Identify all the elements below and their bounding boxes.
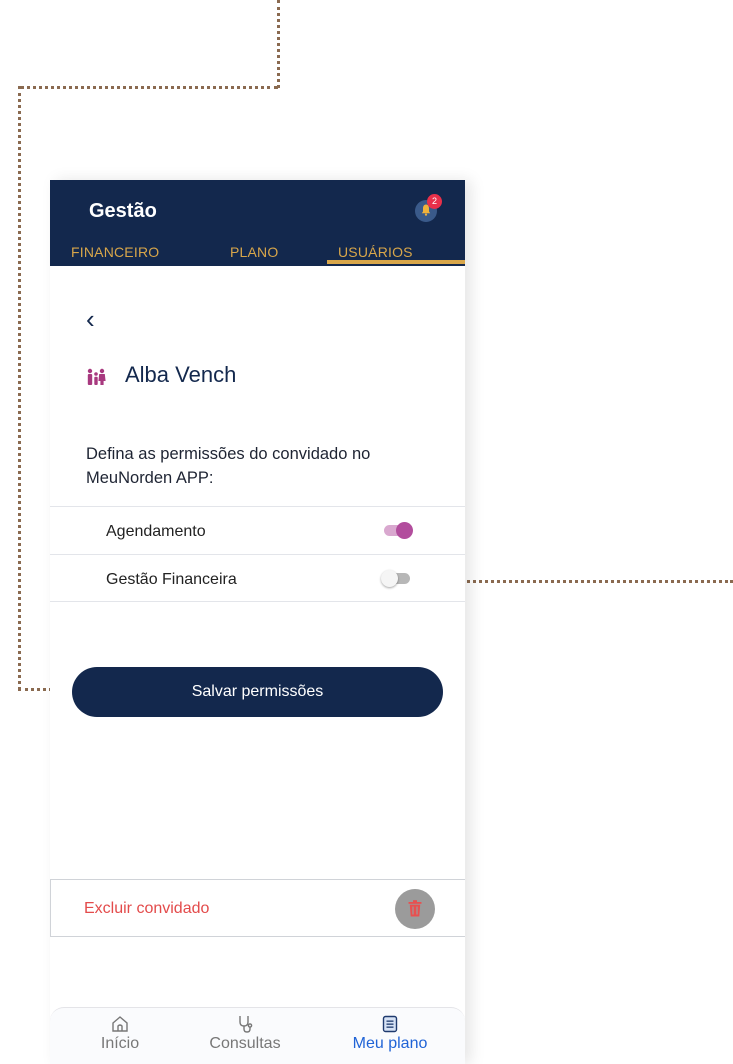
notification-badge: 2 [427, 194, 442, 209]
permission-label: Gestão Financeira [106, 571, 237, 588]
tab-plano[interactable]: PLANO [230, 244, 278, 260]
nav-label: Meu plano [352, 1035, 428, 1052]
home-icon [112, 1016, 128, 1032]
tab-usuarios[interactable]: USUÁRIOS [338, 244, 413, 260]
permission-row-agendamento: Agendamento [50, 506, 465, 554]
delete-guest-row[interactable]: Excluir convidado [50, 879, 465, 937]
tab-financeiro[interactable]: FINANCEIRO [71, 244, 159, 260]
nav-label: Início [100, 1035, 140, 1052]
delete-guest-button[interactable] [395, 889, 435, 929]
page-title: Gestão [89, 200, 157, 222]
back-button[interactable]: ‹ [86, 304, 95, 335]
stethoscope-icon [239, 1016, 253, 1033]
save-permissions-button[interactable]: Salvar permissões [72, 667, 443, 717]
agendamento-toggle[interactable] [384, 522, 413, 539]
annotation-connector-top-horizontal [20, 86, 278, 89]
document-icon [382, 1015, 398, 1033]
nav-label: Consultas [209, 1035, 281, 1052]
app-header: Gestão 2 FINANCEIRO PLANO USUÁRIOS [50, 180, 465, 266]
bottom-navigation: Início Consultas Meu plano [50, 1007, 465, 1064]
nav-meu-plano[interactable]: Meu plano [340, 1014, 440, 1053]
gestao-financeira-toggle[interactable] [381, 570, 410, 587]
nav-inicio[interactable]: Início [70, 1014, 170, 1053]
active-tab-indicator [327, 260, 465, 264]
permissions-description: Defina as permissões do convidado no Meu… [86, 445, 371, 487]
delete-guest-label: Excluir convidado [84, 900, 210, 917]
phone-screen: Gestão 2 FINANCEIRO PLANO USUÁRIOS ‹ Alb… [50, 180, 465, 1064]
annotation-connector-left [18, 86, 21, 690]
toggle-knob [381, 570, 398, 587]
toggle-knob [396, 522, 413, 539]
trash-icon [408, 900, 422, 917]
nav-consultas[interactable]: Consultas [195, 1014, 295, 1053]
annotation-connector-top [277, 0, 280, 88]
guest-name: Alba Vench [125, 362, 237, 387]
family-icon [87, 368, 106, 385]
permission-row-gestao-financeira: Gestão Financeira [50, 554, 465, 602]
notifications-button[interactable]: 2 [415, 194, 442, 222]
permission-label: Agendamento [106, 523, 206, 540]
permissions-list: Agendamento Gestão Financeira [50, 506, 465, 602]
